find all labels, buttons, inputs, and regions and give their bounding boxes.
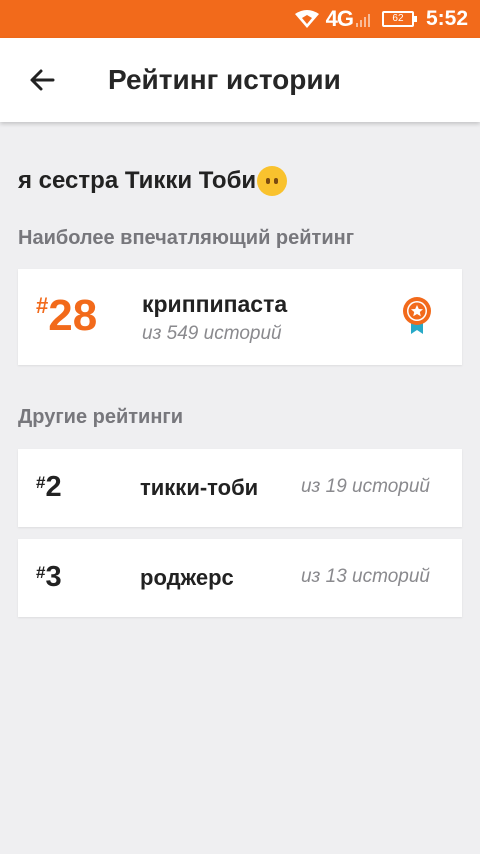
medal-icon [403, 297, 431, 334]
rank-number: 28 [48, 291, 98, 340]
page-title: Рейтинг истории [108, 64, 341, 95]
row-rank: #3 [36, 561, 62, 594]
story-title: я сестра Тикки Тоби [18, 166, 288, 196]
other-ratings-section-label: Другие рейтинги [18, 406, 184, 428]
rating-row[interactable]: #2 тикки-тоби из 19 историй [18, 449, 462, 527]
top-rating-section-label: Наиболее впечатляющий рейтинг [18, 227, 355, 249]
row-tag: тикки-тоби [140, 475, 259, 500]
arrow-left-icon [30, 69, 55, 91]
back-button[interactable] [20, 58, 64, 102]
signal-icon [355, 11, 370, 27]
rank-hash: # [36, 293, 49, 318]
battery-icon: 62 [381, 11, 417, 27]
battery-level: 62 [392, 13, 404, 24]
top-rating-subtitle: из 549 историй [142, 323, 282, 344]
row-subtitle: из 19 историй [300, 476, 430, 497]
top-rank: #28 [36, 291, 97, 341]
row-tag: роджерс [140, 565, 234, 590]
top-rating-tag: криппипаста [142, 291, 288, 317]
network-type: 4G [326, 6, 370, 32]
top-rating-card[interactable]: #28 криппипаста из 549 историй [18, 269, 462, 365]
app-bar: Рейтинг истории [0, 38, 480, 122]
row-subtitle: из 13 историй [300, 566, 430, 587]
row-rank: #2 [36, 471, 62, 504]
story-title-text: я сестра Тикки Тоби [18, 167, 257, 194]
status-bar: 4G 62 5:52 [0, 0, 480, 38]
rating-row[interactable]: #3 роджерс из 13 историй [18, 539, 462, 617]
neutral-face-emoji-icon [257, 166, 288, 196]
network-label: 4G [325, 6, 354, 31]
clock: 5:52 [425, 7, 468, 30]
wifi-icon [294, 9, 320, 29]
rank-number: 3 [45, 561, 62, 593]
rank-hash: # [36, 563, 46, 582]
rank-number: 2 [45, 471, 62, 503]
rank-hash: # [36, 473, 46, 492]
